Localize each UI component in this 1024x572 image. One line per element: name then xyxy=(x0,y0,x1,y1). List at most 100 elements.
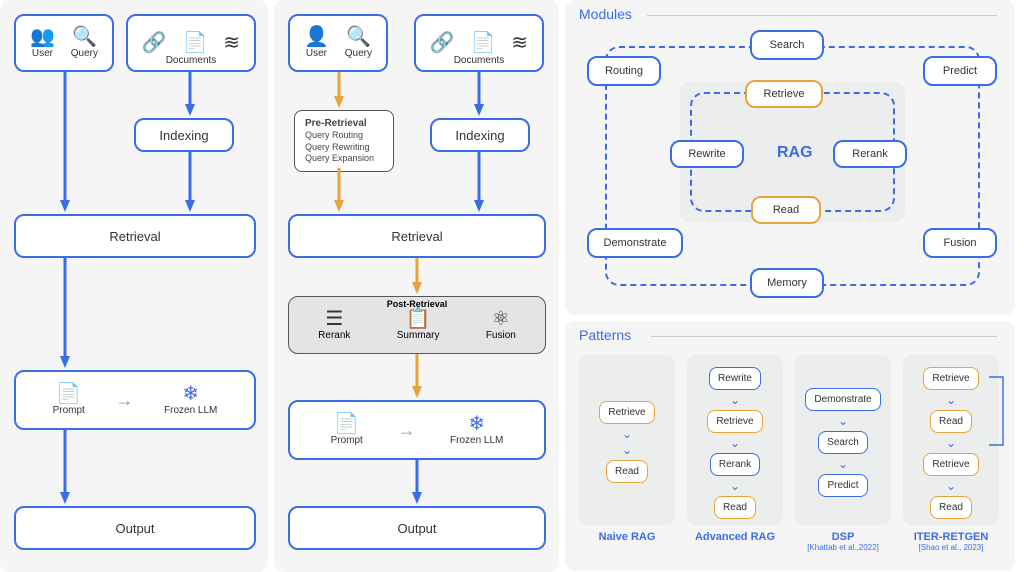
atom-icon: ⚛ xyxy=(492,309,510,329)
user-icon: 👤 xyxy=(304,27,329,47)
dsp-s0: Demonstrate xyxy=(805,388,880,411)
pattern-dsp: Demonstrate ⌄ Search ⌄ Predict xyxy=(795,355,891,525)
file-icon: 📄 xyxy=(183,33,208,53)
prompt-label: Prompt xyxy=(53,405,85,416)
link-icon-2: 🔗 xyxy=(430,33,455,53)
iter-loop-connector xyxy=(903,355,1013,525)
arrow-docs-indexing xyxy=(185,72,195,118)
adv-s3: Read xyxy=(714,496,756,519)
fusion-box: Fusion xyxy=(923,228,997,258)
search-doc-icon: 🔍 xyxy=(72,27,97,47)
retrieval-label-2: Retrieval xyxy=(391,229,442,244)
prompt-label-2: Prompt xyxy=(331,435,363,446)
pre-1: Query Routing xyxy=(305,130,383,142)
stack-icon-2: ≋ xyxy=(511,33,528,53)
patterns-panel: Patterns Retrieve ⌄ ⌄ Read Naive RAG Rew… xyxy=(565,321,1015,571)
snowflake-icon-2: ❄ xyxy=(468,414,485,434)
dsp-label: DSP[Khattab et al.,2022] xyxy=(795,531,891,552)
iter-label: ITER-RETGEN[Shao et al., 2023] xyxy=(903,531,999,552)
stack-icon: ≋ xyxy=(223,33,240,53)
doc-icon: 📄 xyxy=(56,384,81,404)
arrow-retrieval-post xyxy=(412,258,422,296)
chev-icon: ⌄ xyxy=(838,458,848,470)
pre-2: Query Rewriting xyxy=(305,142,383,154)
read-box: Read xyxy=(751,196,821,224)
retrieval-box-2: Retrieval xyxy=(288,214,546,258)
into-arrow-icon: → xyxy=(115,390,133,411)
rewrite-box: Rewrite xyxy=(670,140,744,168)
indexing-label-2: Indexing xyxy=(455,128,504,143)
patterns-title: Patterns xyxy=(579,327,631,343)
user-label-2: User xyxy=(306,48,327,59)
pre-retrieval-box: Pre-Retrieval Query Routing Query Rewrit… xyxy=(294,110,394,172)
pattern-advanced: Rewrite ⌄ Retrieve ⌄ Rerank ⌄ Read xyxy=(687,355,783,525)
snowflake-icon: ❄ xyxy=(182,384,199,404)
naive-s1: Read xyxy=(606,460,648,483)
indexing-box: Indexing xyxy=(134,118,234,152)
modules-panel: Modules Routing Search Predict Retrieve … xyxy=(565,0,1015,315)
arrow-pre-retrieval xyxy=(334,168,344,214)
rag-label: RAG xyxy=(777,144,813,162)
output-box-2: Output xyxy=(288,506,546,550)
naive-label: Naive RAG xyxy=(579,531,675,543)
clipboard-icon: 📋 xyxy=(406,309,431,329)
pre-h: Pre-Retrieval xyxy=(305,117,383,130)
demonstrate-box: Demonstrate xyxy=(587,228,683,258)
frozen-col: ❄ Frozen LLM xyxy=(164,384,217,416)
pattern-naive: Retrieve ⌄ ⌄ Read xyxy=(579,355,675,525)
naive-rag-column: 👥 User 🔍 Query 🔗 📄 ≋ Documents Indexing … xyxy=(0,0,268,572)
arrow-llm-output xyxy=(60,430,70,506)
adv-label: Advanced RAG xyxy=(687,531,783,543)
modules-rule xyxy=(647,15,997,16)
memory-box: Memory xyxy=(750,268,824,298)
retrieval-label: Retrieval xyxy=(109,229,160,244)
doc-icon-2: 📄 xyxy=(334,414,359,434)
arrow-llm-output-2 xyxy=(412,460,422,506)
prompt-col: 📄 Prompt xyxy=(53,384,85,416)
output-label: Output xyxy=(115,521,154,536)
retrieval-box: Retrieval xyxy=(14,214,256,258)
chev-icon: ⌄ xyxy=(838,415,848,427)
fusion-label: Fusion xyxy=(486,330,516,341)
post-h: Post-Retrieval xyxy=(387,299,448,309)
link-icon: 🔗 xyxy=(142,33,167,53)
adv-s2: Rerank xyxy=(710,453,760,476)
output-box: Output xyxy=(14,506,256,550)
pre-3: Query Expansion xyxy=(305,153,383,165)
patterns-rule xyxy=(651,336,997,337)
query-icon-col: 🔍 Query xyxy=(71,27,98,59)
adv-s1: Retrieve xyxy=(707,410,762,433)
summary-label: Summary xyxy=(397,330,440,341)
users-icon: 👥 xyxy=(30,27,55,47)
indexing-label: Indexing xyxy=(159,128,208,143)
output-label-2: Output xyxy=(397,521,436,536)
rerank-box: Rerank xyxy=(833,140,907,168)
arrow-indexing-retrieval-2 xyxy=(474,152,484,214)
search-doc-icon-2: 🔍 xyxy=(346,27,371,47)
file-icon-2: 📄 xyxy=(471,33,496,53)
arrow-retrieval-prompt xyxy=(60,258,70,370)
dsp-s2: Predict xyxy=(818,474,867,497)
predict-box: Predict xyxy=(923,56,997,86)
documents-label: Documents xyxy=(166,55,217,66)
user-query-box-2: 👤User 🔍Query xyxy=(288,14,388,72)
arrow-uq-pre xyxy=(334,72,344,110)
routing-box: Routing xyxy=(587,56,661,86)
documents-box-2: 🔗 📄 ≋ Documents xyxy=(414,14,544,72)
documents-label-2: Documents xyxy=(454,55,505,66)
chev-icon: ⌄ xyxy=(622,444,632,456)
into-arrow-icon-2: → xyxy=(397,420,415,441)
query-label-2: Query xyxy=(345,48,372,59)
dsp-s1: Search xyxy=(818,431,868,454)
user-label: User xyxy=(32,48,53,59)
frozen-label: Frozen LLM xyxy=(164,405,217,416)
search-box: Search xyxy=(750,30,824,60)
user-icon-col: 👥 User xyxy=(30,27,55,59)
rerank-icon: ☰ xyxy=(325,309,343,329)
retrieve-box: Retrieve xyxy=(745,80,823,108)
indexing-box-2: Indexing xyxy=(430,118,530,152)
arrow-post-prompt xyxy=(412,354,422,400)
prompt-llm-box-2: 📄Prompt → ❄Frozen LLM xyxy=(288,400,546,460)
chev-icon: ⌄ xyxy=(730,394,740,406)
documents-box: 🔗 📄 ≋ Documents xyxy=(126,14,256,72)
